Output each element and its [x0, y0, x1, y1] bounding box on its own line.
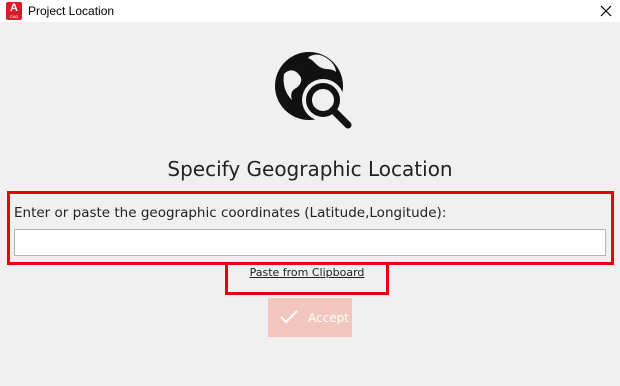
check-icon	[280, 310, 298, 324]
app-icon-sub: CAD	[9, 14, 19, 19]
globe-search-icon	[275, 52, 352, 129]
app-icon: A CAD	[6, 2, 22, 20]
app-icon-letter: A	[10, 2, 18, 14]
accept-button-label: Accept	[308, 311, 349, 325]
accept-button[interactable]: Accept	[268, 298, 352, 337]
title-bar: A CAD Project Location	[0, 0, 620, 22]
close-button[interactable]	[592, 0, 620, 22]
close-icon	[600, 5, 612, 17]
paste-from-clipboard-link[interactable]: Paste from Clipboard	[232, 266, 382, 279]
coordinates-label: Enter or paste the geographic coordinate…	[14, 205, 447, 221]
page-title: Specify Geographic Location	[167, 157, 453, 181]
window-title: Project Location	[28, 4, 115, 18]
coordinates-input[interactable]	[14, 229, 606, 256]
